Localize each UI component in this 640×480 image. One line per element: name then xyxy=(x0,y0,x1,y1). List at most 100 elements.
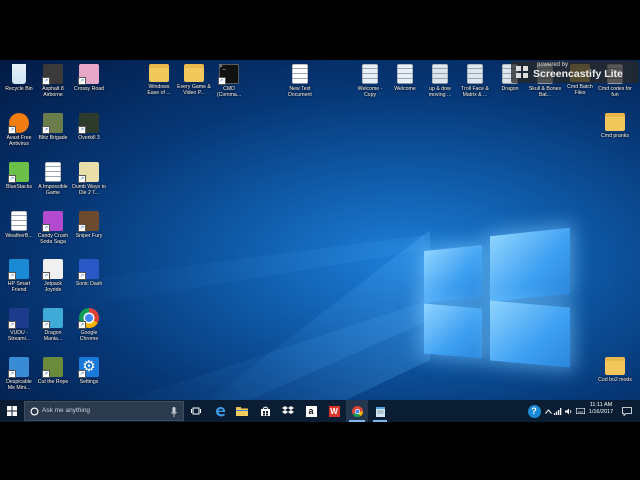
desktop-icon-label: BlueStacks xyxy=(6,184,32,190)
taskbar-edge[interactable] xyxy=(210,400,230,422)
desktop-icon-label: Sonic Dash xyxy=(75,281,103,287)
dumb-ways-icon: ↗ xyxy=(78,162,99,183)
terminal-icon: >_ ↗ xyxy=(218,64,239,85)
show-hidden-icons-button[interactable] xyxy=(543,400,553,422)
volume-icon xyxy=(565,408,572,414)
task-view-button[interactable] xyxy=(186,400,206,422)
desktop-icon-label: VUDU - Streami... xyxy=(7,330,31,342)
desktop-icon-label: Windows Ease of ... xyxy=(147,84,171,96)
desktop-icon-label: Cmd pranks xyxy=(601,133,629,139)
desktop-icon[interactable]: ↗ Dragon Mania... xyxy=(36,308,70,342)
desktop-icon[interactable]: ↗ Cut the Rope xyxy=(36,357,70,385)
desktop-icon[interactable]: ↗ Candy Crush Soda Saga xyxy=(36,211,70,245)
screencastify-icon xyxy=(516,66,528,78)
microphone-icon[interactable] xyxy=(171,407,177,417)
amazon-icon: a xyxy=(305,405,317,417)
desktop-icon-label: Cmd Batch Files xyxy=(567,84,593,96)
desktop-icon[interactable]: New Text Document xyxy=(283,64,317,98)
taskbar-dropbox[interactable] xyxy=(278,400,298,422)
jetpack-icon: ↗ xyxy=(42,259,63,280)
desktop-icon[interactable]: ↗ Blitz Brigade xyxy=(36,113,70,141)
shortcut-arrow-icon: ↗ xyxy=(42,224,50,232)
network-icon xyxy=(554,407,562,415)
edge-icon xyxy=(215,406,225,416)
tray-help[interactable]: ? xyxy=(526,400,542,422)
desktop-icon[interactable]: ↗ Sniper Fury xyxy=(72,211,106,239)
cortana-search-box[interactable]: Ask me anything xyxy=(24,401,184,421)
desktop-icon[interactable]: ↗ VUDU - Streami... xyxy=(2,308,36,342)
desktop-icon[interactable]: ↗ Jetpack Joyride xyxy=(36,259,70,293)
shortcut-arrow-icon: ↗ xyxy=(78,370,86,378)
desktop-icon[interactable]: ⚙ ↗ Settings xyxy=(72,357,106,385)
tray-keyboard[interactable] xyxy=(575,400,585,422)
start-button[interactable] xyxy=(0,400,24,422)
desktop-icon[interactable]: ↗ Overkill 3 xyxy=(72,113,106,141)
shortcut-arrow-icon: ↗ xyxy=(8,175,16,183)
recycle-bin-icon xyxy=(12,64,26,84)
desktop-icon-label: Overkill 3 xyxy=(78,135,100,141)
search-placeholder: Ask me anything xyxy=(42,407,91,414)
desktop-icon[interactable]: Windows Ease of ... xyxy=(142,64,176,96)
desktop-icon[interactable]: ↗ BlueStacks xyxy=(2,162,36,190)
script-file-icon xyxy=(362,64,378,84)
desktop-icon[interactable]: Cod bo2 mods xyxy=(598,357,632,383)
shortcut-arrow-icon: ↗ xyxy=(8,272,16,280)
wps-office-icon: W xyxy=(328,405,340,417)
taskbar-wps-office[interactable]: W xyxy=(324,400,344,422)
taskbar-file-explorer[interactable] xyxy=(232,400,252,422)
desktop-icon-label: Recycle Bin xyxy=(5,86,33,92)
desktop-icon[interactable]: Welcome - Copy xyxy=(353,64,387,98)
desktop-icon[interactable]: Recycle Bin xyxy=(2,64,36,92)
notification-icon xyxy=(622,406,632,416)
desktop-icon[interactable]: ↗ Google Chrome xyxy=(72,308,106,342)
desktop-icon[interactable]: Cmd pranks xyxy=(598,113,632,139)
screencastify-watermark: powered by Screencastify Lite xyxy=(511,61,639,83)
shortcut-arrow-icon: ↗ xyxy=(42,370,50,378)
sniper-fury-icon: ↗ xyxy=(78,211,99,232)
desktop-icon-label: Welcome xyxy=(394,86,416,92)
tray-volume[interactable] xyxy=(564,400,574,422)
desktop-icon-label: Every Game & Video P... xyxy=(177,84,211,96)
desktop-icon[interactable]: Troll Face & Matrix & ... xyxy=(458,64,492,98)
taskbar-amazon[interactable]: a xyxy=(301,400,321,422)
desktop-icon[interactable]: ↗ Dumb Ways to Die 2 T... xyxy=(72,162,106,196)
desktop-icon[interactable]: ↗ Despicable Me Mini... xyxy=(2,357,36,391)
clock-date: 1/16/2017 xyxy=(588,409,614,415)
desktop-icon[interactable]: WeatherB... xyxy=(2,211,36,239)
desktop-icon-label: Sniper Fury xyxy=(75,233,103,239)
desktop-icon-label: Dragon Mania... xyxy=(43,330,63,342)
desktop-icon-label: Blitz Brigade xyxy=(38,135,68,141)
desktop-icon[interactable]: ↗ HP Smart Friend xyxy=(2,259,36,293)
notepad-icon xyxy=(375,406,385,417)
taskbar-chrome[interactable] xyxy=(346,400,368,422)
desktop-icon[interactable]: A Impossible Game xyxy=(36,162,70,196)
active-indicator xyxy=(373,420,387,422)
asphalt-icon: ↗ xyxy=(42,64,63,85)
cut-the-rope-icon: ↗ xyxy=(42,357,63,378)
desktop-icon-label: Dumb Ways to Die 2 T... xyxy=(72,184,106,196)
desktop-icon-label: up & dow moving ... xyxy=(428,86,452,98)
shortcut-arrow-icon: ↗ xyxy=(218,77,226,85)
desktop-icon-label: CMD (Comma... xyxy=(216,86,242,98)
shortcut-arrow-icon: ↗ xyxy=(78,272,86,280)
desktop-icon[interactable]: ↗ Crossy Road xyxy=(72,64,106,92)
desktop-icon[interactable]: ↗ Asphalt 8 Airborne xyxy=(36,64,70,98)
desktop-icon[interactable]: ↗ Avast Free Antivirus xyxy=(2,113,36,147)
action-center-button[interactable] xyxy=(618,400,636,422)
desktop-icon-label: Cmd codes for fun xyxy=(598,86,632,98)
desktop-icon[interactable]: Every Game & Video P... xyxy=(177,64,211,96)
text-file-icon xyxy=(45,162,61,182)
desktop-icon[interactable]: >_ ↗ CMD (Comma... xyxy=(212,64,246,98)
desktop-icon[interactable]: ↗ Sonic Dash xyxy=(72,259,106,287)
folder-icon xyxy=(184,64,204,82)
shortcut-arrow-icon: ↗ xyxy=(42,126,50,134)
tray-network[interactable] xyxy=(553,400,563,422)
taskbar-notepad[interactable] xyxy=(370,400,390,422)
shortcut-arrow-icon: ↗ xyxy=(42,321,50,329)
folder-icon xyxy=(605,113,625,131)
taskbar-clock[interactable]: 11:11 AM 1/16/2017 xyxy=(586,402,616,416)
desktop-icon[interactable]: Welcome xyxy=(388,64,422,92)
desktop-icon[interactable]: up & dow moving ... xyxy=(423,64,457,98)
blitz-brigade-icon: ↗ xyxy=(42,113,63,134)
taskbar-store[interactable] xyxy=(255,400,275,422)
